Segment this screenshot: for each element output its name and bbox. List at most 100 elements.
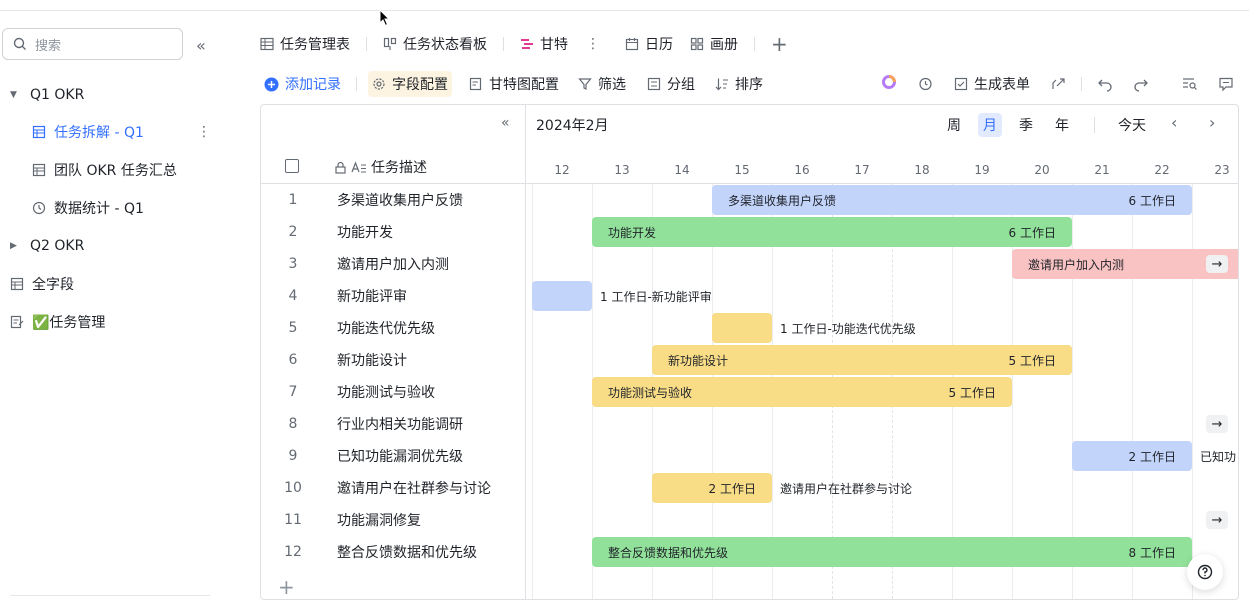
more-options-icon[interactable]: ⋮ bbox=[197, 124, 211, 140]
table-row[interactable]: 11 功能漏洞修复 bbox=[261, 504, 526, 536]
automation-button[interactable] bbox=[918, 71, 934, 97]
tab-divider bbox=[612, 37, 613, 51]
day-label: 17 bbox=[854, 163, 870, 177]
table-row[interactable]: 10 邀请用户在社群参与讨论 bbox=[261, 472, 526, 504]
ai-assistant-button[interactable] bbox=[881, 71, 897, 97]
tab-divider bbox=[366, 37, 367, 51]
sidebar: 搜索 « ▼ Q1 OKR 任务拆解 - Q1 ⋮ 团队 OKR 任务汇总 数据… bbox=[0, 12, 238, 604]
tab-gallery[interactable]: 画册 bbox=[690, 30, 738, 58]
group-button[interactable]: 分组 bbox=[647, 71, 695, 97]
row-number: 12 bbox=[284, 544, 302, 560]
row-number: 2 bbox=[288, 224, 298, 240]
scale-month[interactable]: 月 bbox=[978, 113, 1002, 137]
share-button[interactable] bbox=[1051, 71, 1067, 97]
day-label: 15 bbox=[734, 163, 750, 177]
gantt-bar[interactable]: 2 工作日 bbox=[652, 473, 772, 503]
add-view-button[interactable]: + bbox=[771, 30, 788, 58]
field-config-button[interactable]: 字段配置 bbox=[368, 71, 452, 97]
gantt-bar[interactable] bbox=[532, 281, 592, 311]
gantt-bar[interactable]: 功能测试与验收 5 工作日 bbox=[592, 377, 1012, 407]
scroll-to-bar-icon[interactable]: → bbox=[1206, 255, 1228, 273]
timeline-header-divider bbox=[526, 183, 1238, 184]
search-input[interactable]: 搜索 bbox=[2, 28, 183, 60]
gantt-bar[interactable]: 邀请用户加入内测 bbox=[1012, 249, 1238, 279]
scroll-to-bar-icon[interactable]: → bbox=[1206, 511, 1228, 529]
sidebar-item-task-management[interactable]: ✅任务管理 bbox=[10, 309, 105, 335]
scroll-to-bar-icon[interactable]: → bbox=[1206, 415, 1228, 433]
sidebar-item-all-fields[interactable]: 全字段 bbox=[10, 271, 74, 297]
generate-form-button[interactable]: 生成表单 bbox=[954, 71, 1030, 97]
gantt-bar[interactable]: 新功能设计 5 工作日 bbox=[652, 345, 1072, 375]
scale-quarter[interactable]: 季 bbox=[1014, 113, 1038, 137]
filter-button[interactable]: 筛选 bbox=[578, 71, 626, 97]
sidebar-item-q2-okr[interactable]: ▶ Q2 OKR bbox=[10, 233, 84, 259]
prev-period-icon[interactable]: ‹ bbox=[1171, 113, 1177, 132]
add-row-button[interactable]: + bbox=[278, 575, 295, 599]
row-number: 11 bbox=[284, 512, 302, 528]
sidebar-item-label: Q2 OKR bbox=[30, 238, 85, 254]
day-label: 20 bbox=[1034, 163, 1050, 177]
top-divider bbox=[0, 0, 1249, 11]
table-row[interactable]: 6 新功能设计 bbox=[261, 344, 526, 376]
table-row[interactable]: 7 功能测试与验收 bbox=[261, 376, 526, 408]
scale-week[interactable]: 周 bbox=[942, 113, 966, 137]
table-row[interactable]: 12 整合反馈数据和优先级 bbox=[261, 536, 526, 568]
tab-more-icon[interactable]: ⋮ bbox=[586, 36, 600, 52]
sidebar-item-data-stats[interactable]: 数据统计 - Q1 bbox=[32, 195, 144, 221]
table-row[interactable]: 9 已知功能漏洞优先级 bbox=[261, 440, 526, 472]
month-label: 2024年2月 bbox=[536, 118, 609, 134]
add-record-button[interactable]: 添加记录 bbox=[264, 71, 341, 97]
search-records-button[interactable] bbox=[1182, 71, 1198, 97]
collapse-list-icon[interactable]: « bbox=[501, 115, 510, 131]
sidebar-item-q1-okr[interactable]: ▼ Q1 OKR bbox=[10, 82, 84, 108]
today-button[interactable]: 今天 bbox=[1118, 115, 1146, 135]
table-row[interactable]: 3 邀请用户加入内测 bbox=[261, 248, 526, 280]
tab-calendar[interactable]: 日历 bbox=[625, 30, 673, 58]
sidebar-item-label: ✅任务管理 bbox=[32, 315, 106, 331]
select-all-checkbox[interactable] bbox=[285, 159, 299, 173]
bar-label: 新功能设计 bbox=[668, 353, 729, 368]
tab-label: 日历 bbox=[645, 37, 673, 53]
gantt-bar[interactable]: 功能开发 6 工作日 bbox=[592, 217, 1072, 247]
table-row[interactable]: 1 多渠道收集用户反馈 bbox=[261, 184, 526, 216]
task-description: 功能开发 bbox=[337, 225, 393, 241]
redo-icon bbox=[1133, 76, 1149, 92]
filter-icon bbox=[578, 77, 592, 91]
gantt-config-button[interactable]: 甘特图配置 bbox=[469, 71, 559, 97]
table-row[interactable]: 4 新功能评审 bbox=[261, 280, 526, 312]
table-row[interactable]: 2 功能开发 bbox=[261, 216, 526, 248]
table-row[interactable]: 8 行业内相关功能调研 bbox=[261, 408, 526, 440]
sidebar-item-team-okr[interactable]: 团队 OKR 任务汇总 bbox=[32, 157, 177, 183]
bar-label: 功能开发 bbox=[608, 225, 657, 240]
gantt-bar[interactable] bbox=[712, 313, 772, 343]
toolbar-divider bbox=[1081, 77, 1082, 91]
sort-button[interactable]: 排序 bbox=[715, 71, 763, 97]
sidebar-item-label: 全字段 bbox=[32, 277, 74, 293]
tab-kanban[interactable]: 任务状态看板 bbox=[383, 30, 487, 58]
help-button[interactable] bbox=[1187, 554, 1223, 590]
table-icon bbox=[10, 277, 24, 291]
bar-outside-label: 1 工作日-新功能评审 bbox=[600, 289, 712, 304]
collapse-sidebar-icon[interactable]: « bbox=[196, 36, 214, 55]
row-number: 5 bbox=[288, 320, 298, 336]
sidebar-item-task-breakdown[interactable]: 任务拆解 - Q1 bbox=[32, 119, 144, 145]
text-field-icon bbox=[351, 160, 367, 174]
scale-year[interactable]: 年 bbox=[1050, 113, 1074, 137]
redo-button[interactable] bbox=[1133, 71, 1149, 97]
tab-label: 任务状态看板 bbox=[403, 37, 487, 53]
comment-icon bbox=[1218, 76, 1234, 92]
task-description: 邀请用户加入内测 bbox=[337, 257, 449, 273]
column-header-task-desc[interactable]: 任务描述 bbox=[334, 157, 427, 177]
tab-gantt[interactable]: 甘特 ⋮ bbox=[520, 30, 600, 58]
row-number: 9 bbox=[288, 448, 298, 464]
undo-button[interactable] bbox=[1097, 71, 1113, 97]
gantt-bar[interactable]: 2 工作日 bbox=[1072, 441, 1192, 471]
gantt-bar[interactable]: 整合反馈数据和优先级 8 工作日 bbox=[592, 537, 1192, 567]
table-row[interactable]: 5 功能迭代优先级 bbox=[261, 312, 526, 344]
next-period-icon[interactable]: › bbox=[1209, 113, 1215, 132]
gantt-bar[interactable]: 多渠道收集用户反馈 6 工作日 bbox=[712, 185, 1192, 215]
comments-button[interactable] bbox=[1218, 71, 1234, 97]
day-label: 19 bbox=[974, 163, 990, 177]
gantt-config-label: 甘特图配置 bbox=[489, 77, 559, 93]
tab-task-table[interactable]: 任务管理表 bbox=[260, 30, 350, 58]
